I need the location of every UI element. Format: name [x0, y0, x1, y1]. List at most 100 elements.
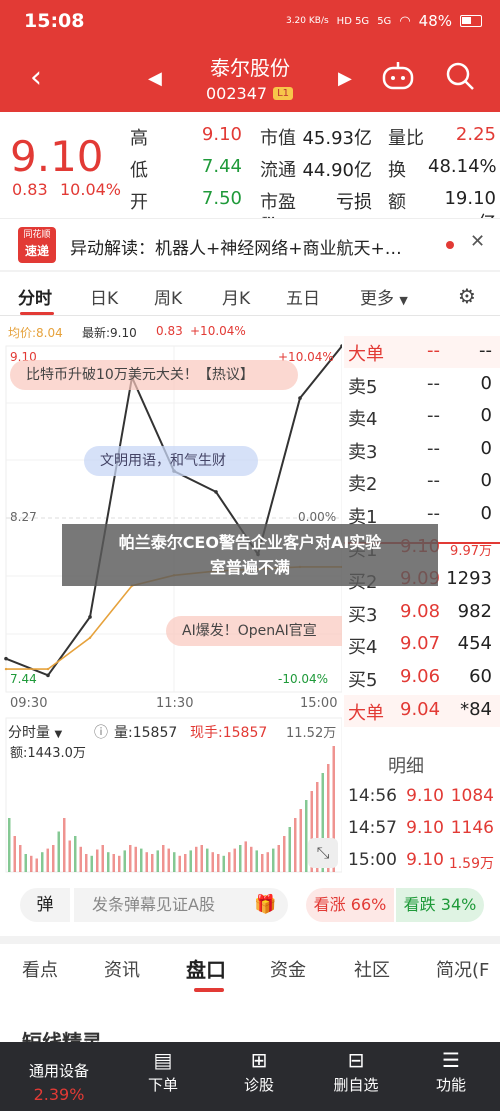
intraday-chart[interactable] [0, 316, 342, 874]
current-hand: 现手:15857 [190, 725, 268, 741]
order-book-row[interactable]: 卖5 -- 0 [344, 369, 500, 401]
stock-title: 泰尔股份 [210, 56, 290, 80]
y-axis-mid: 8.27 [10, 510, 37, 524]
order-book-row[interactable]: 买5 9.06 60 [344, 662, 500, 694]
order-book-label: 买3 [348, 604, 378, 626]
order-book-row[interactable]: 买3 9.08 982 [344, 597, 500, 629]
quote-value: 45.93亿 [302, 128, 372, 149]
danmaku-toggle-button[interactable]: 弹 [20, 888, 70, 922]
robot-icon[interactable] [380, 60, 416, 90]
order-book-volume: 0 [480, 405, 492, 427]
order-book-volume: 0 [480, 372, 492, 394]
nav-diagnose[interactable]: ⊞ 诊股 [232, 1048, 286, 1095]
vote-up-button[interactable]: 看涨 66% [306, 888, 394, 922]
volume-bar [255, 850, 258, 872]
order-book-label: 卖3 [348, 441, 378, 463]
order-book-price: 9.07 [400, 633, 441, 655]
chevron-down-icon: ▼ [399, 294, 408, 307]
news-logo-bottom: 速递 [24, 244, 49, 258]
detail-title[interactable]: 明细 [388, 752, 424, 778]
net-speed: 3.20 KB/s [285, 16, 329, 26]
order-book-price: -- [427, 405, 440, 427]
pct-axis-mid: 0.00% [298, 510, 337, 524]
order-book-price: -- [427, 340, 440, 361]
level-badge: L1 [273, 87, 294, 100]
quote-label: 低 [130, 160, 148, 181]
nav-remove-label: 删自选 [333, 1076, 379, 1094]
section-peek: 短线精灵 [0, 994, 500, 1054]
volume-bars [8, 746, 335, 872]
avg-price-point [4, 667, 8, 671]
tab-highlights[interactable]: 看点 [22, 956, 58, 982]
volume-bar [35, 858, 38, 872]
tab-more[interactable]: 更多 ▼ [360, 284, 408, 309]
volume-bar [173, 852, 176, 872]
signal-5g: 5G [377, 15, 392, 27]
wifi-icon: ◠ [399, 13, 411, 29]
tab-order-book[interactable]: 盘口 [186, 954, 226, 983]
volume-bar [162, 845, 165, 872]
order-book-row[interactable]: 大单 9.04 *84 [344, 694, 500, 727]
tab-funds[interactable]: 资金 [270, 956, 306, 982]
news-bar[interactable]: 同花顺 速递 异动解读：机器人+神经网络+商业航天+… ✕ [0, 218, 500, 270]
order-book-row[interactable]: 卖3 -- 0 [344, 434, 500, 466]
volume-bar [96, 849, 99, 872]
volume-label: 分时量 [8, 725, 50, 741]
fullscreen-icon[interactable]: ⤡ [308, 838, 338, 868]
order-book-label: 买5 [348, 670, 378, 691]
news-headline[interactable]: 异动解读：机器人+神经网络+商业航天+… [70, 234, 402, 259]
quote-label: 量比 [388, 128, 424, 149]
order-book-label: 卖2 [348, 474, 378, 496]
nav-order[interactable]: ▤ 下单 [136, 1048, 190, 1095]
settings-icon[interactable]: ⚙ [458, 284, 476, 308]
tab-monthly-k[interactable]: 月K [222, 284, 250, 309]
search-icon[interactable] [444, 60, 476, 92]
price-point [4, 656, 8, 661]
tab-news[interactable]: 资讯 [104, 956, 140, 982]
nav-remove-watchlist[interactable]: ⊟ 删自选 [326, 1048, 386, 1095]
tab-five-day[interactable]: 五日 [286, 284, 320, 309]
tab-intraday[interactable]: 分时 [18, 284, 52, 309]
detail-price: 9.10 [406, 818, 444, 838]
volume-bar [90, 855, 93, 872]
tab-community[interactable]: 社区 [354, 956, 390, 982]
volume-bar [74, 836, 77, 872]
detail-price: 9.10 [406, 850, 444, 870]
order-book-row[interactable]: 买4 9.07 454 [344, 629, 500, 661]
volume-bar [211, 852, 214, 872]
volume-bar [85, 854, 88, 872]
sector-button[interactable]: 通用设备 2.39% [14, 1060, 104, 1104]
volume-bar [140, 848, 143, 872]
order-book-volume: 1293 [446, 568, 492, 590]
order-book-row[interactable]: 大单 -- -- [344, 336, 500, 368]
close-icon[interactable]: ✕ [470, 231, 485, 252]
volume-bar [288, 827, 291, 872]
volume-selector[interactable]: 分时量 ▼ [8, 722, 62, 742]
diagnose-icon: ⊞ [250, 1048, 268, 1072]
volume-bar [272, 848, 275, 872]
detail-price: 9.10 [406, 786, 444, 806]
danmaku-bubble[interactable]: AI爆发！OpenAI官宣 [166, 616, 342, 646]
danmaku-bubble[interactable]: 文明用语，和气生财 [84, 446, 258, 476]
bottom-nav: 通用设备 2.39% ▤ 下单 ⊞ 诊股 ⊟ 删自选 ☰ 功能 [0, 1042, 500, 1111]
vote-down-button[interactable]: 看跌 34% [396, 888, 484, 922]
quote-panel: 9.10 0.83 10.04% 高 9.10 市值 45.93亿 量比 2.25 低 7.4… [0, 112, 500, 235]
tab-profile[interactable]: 简况(F [436, 956, 489, 982]
volume-bar [294, 818, 297, 872]
order-book-label: 买4 [348, 637, 378, 659]
tab-daily-k[interactable]: 日K [90, 284, 118, 309]
nav-functions[interactable]: ☰ 功能 [424, 1048, 478, 1095]
nav-diagnose-label: 诊股 [243, 1076, 274, 1094]
volume-bar [222, 855, 225, 872]
tab-weekly-k[interactable]: 周K [154, 284, 182, 309]
danmaku-bubble[interactable]: 比特币升破10万美元大关！【热议】 [10, 360, 298, 390]
nav-order-label: 下单 [147, 1076, 178, 1094]
volume-bar [195, 846, 198, 872]
gift-icon[interactable]: 🎁 [254, 894, 276, 915]
info-icon[interactable]: ⓘ [94, 722, 108, 742]
news-overlay[interactable]: 帕兰泰尔CEO警告企业客户对AI实验 室普遍不满 [62, 524, 438, 586]
order-book-row[interactable]: 卖2 -- 0 [344, 466, 500, 498]
order-book-row[interactable]: 卖4 -- 0 [344, 401, 500, 433]
next-stock-icon[interactable]: ▶ [338, 68, 352, 89]
volume-bar [244, 841, 247, 872]
